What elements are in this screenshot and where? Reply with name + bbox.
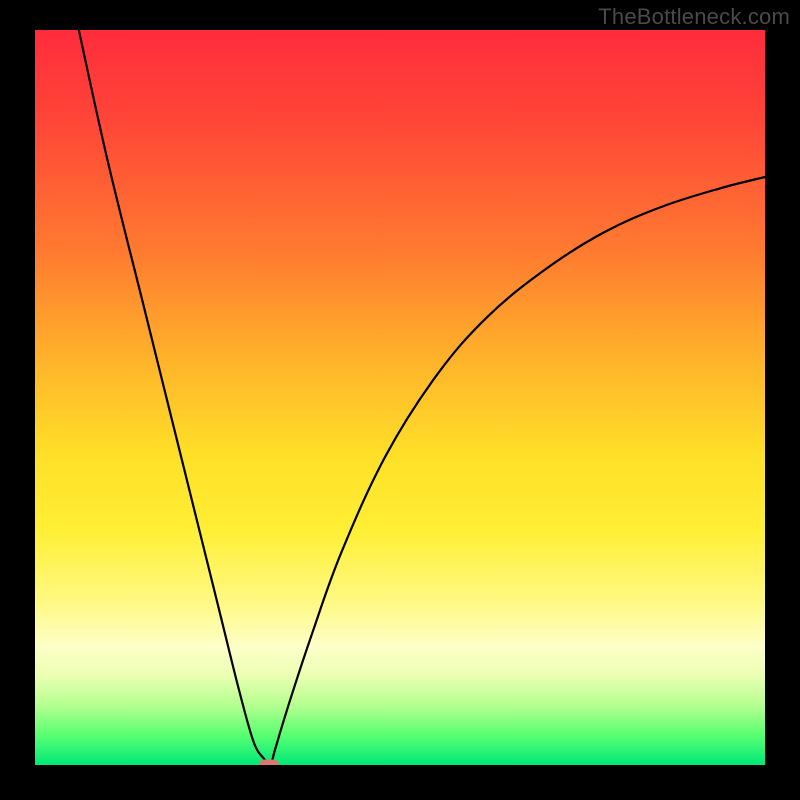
optimum-marker bbox=[259, 760, 279, 766]
curve-svg bbox=[35, 30, 765, 765]
watermark-text: TheBottleneck.com bbox=[598, 4, 790, 30]
bottleneck-curve-path bbox=[79, 30, 765, 765]
plot-area bbox=[35, 30, 765, 765]
chart-frame: TheBottleneck.com bbox=[0, 0, 800, 800]
